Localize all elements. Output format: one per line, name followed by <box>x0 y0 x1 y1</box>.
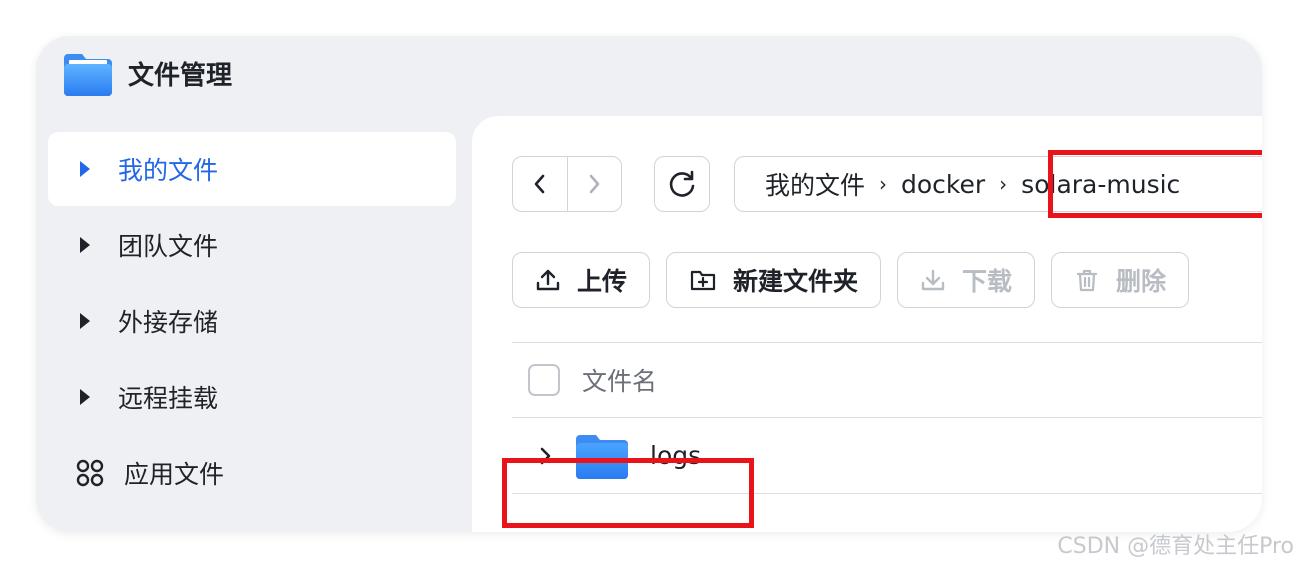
refresh-icon <box>669 170 695 197</box>
upload-label: 上传 <box>577 267 628 296</box>
trash-icon <box>1076 269 1098 292</box>
chevron-left-icon <box>534 174 545 194</box>
main-content: 我的文件 › docker › solara-music 上传 新建文件夹 下载… <box>472 116 1262 532</box>
toolbar: 上传 新建文件夹 下载 删除 <box>512 252 1205 308</box>
folder-app-icon <box>64 50 112 96</box>
sidebar-item-app-files[interactable]: 应用文件 <box>48 436 456 510</box>
chevron-right-icon <box>589 174 600 194</box>
delete-button[interactable]: 删除 <box>1051 252 1190 308</box>
app-title: 文件管理 <box>128 60 233 91</box>
upload-icon <box>536 269 560 291</box>
watermark: CSDN @德育处主任Pro <box>1057 534 1294 559</box>
new-folder-button[interactable]: 新建文件夹 <box>666 252 882 308</box>
sidebar-item-label: 团队文件 <box>118 232 219 261</box>
apps-grid-icon <box>76 459 104 487</box>
breadcrumb-separator: › <box>999 172 1008 196</box>
file-manager-window: 文件管理 我的文件 团队文件 外接存储 远程挂载 应用文件 我的文件 › doc… <box>36 36 1262 532</box>
caret-right-icon <box>80 161 90 177</box>
sidebar-item-label: 外接存储 <box>118 308 219 337</box>
highlight-box-breadcrumb <box>1048 150 1262 218</box>
sidebar-item-remote-mount[interactable]: 远程挂载 <box>48 360 456 434</box>
caret-right-icon <box>80 313 90 329</box>
sidebar: 我的文件 团队文件 外接存储 远程挂载 应用文件 <box>48 132 456 512</box>
download-icon <box>921 269 945 291</box>
sidebar-item-my-files[interactable]: 我的文件 <box>48 132 456 206</box>
caret-right-icon <box>80 237 90 253</box>
breadcrumb-item-my-files[interactable]: 我的文件 <box>765 166 865 202</box>
sidebar-item-team-files[interactable]: 团队文件 <box>48 208 456 282</box>
download-label: 下载 <box>962 267 1013 296</box>
table-header: 文件名 <box>512 342 1262 418</box>
history-nav-group <box>512 156 622 212</box>
breadcrumb-item-docker[interactable]: docker <box>901 170 985 199</box>
download-button[interactable]: 下载 <box>897 252 1036 308</box>
sidebar-item-label: 远程挂载 <box>118 384 219 413</box>
delete-label: 删除 <box>1116 267 1167 296</box>
sidebar-item-label: 应用文件 <box>124 460 225 489</box>
upload-button[interactable]: 上传 <box>512 252 651 308</box>
forward-button[interactable] <box>566 157 622 211</box>
select-all-checkbox[interactable] <box>528 364 560 396</box>
sidebar-item-label: 我的文件 <box>118 156 219 185</box>
caret-right-icon <box>80 389 90 405</box>
sidebar-item-external-storage[interactable]: 外接存储 <box>48 284 456 358</box>
breadcrumb-separator: › <box>879 172 888 196</box>
refresh-button[interactable] <box>654 156 710 212</box>
new-folder-label: 新建文件夹 <box>733 267 859 296</box>
highlight-box-folder <box>502 458 754 528</box>
back-button[interactable] <box>513 157 567 211</box>
folder-plus-icon <box>690 270 716 291</box>
column-header-name[interactable]: 文件名 <box>582 362 657 398</box>
app-header: 文件管理 <box>64 50 232 96</box>
